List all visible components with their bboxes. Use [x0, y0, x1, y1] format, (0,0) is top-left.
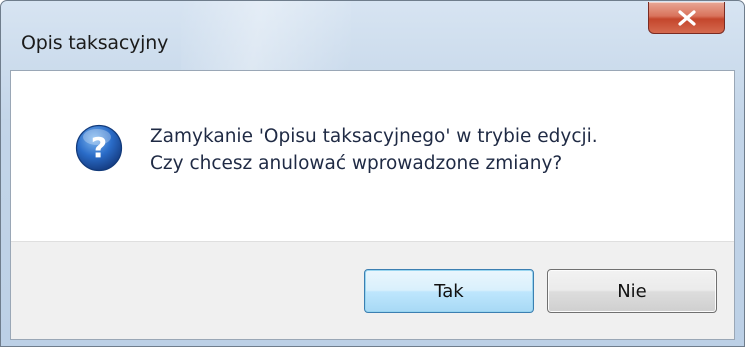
title-bar[interactable]: Opis taksacyjny	[1, 1, 744, 69]
message-line-1: Zamykanie 'Opisu taksacyjnego' w trybie …	[150, 126, 598, 147]
yes-button[interactable]: Tak	[364, 269, 534, 313]
no-button[interactable]: Nie	[547, 269, 717, 313]
dialog-message: Zamykanie 'Opisu taksacyjnego' w trybie …	[150, 123, 598, 177]
dialog-title: Opis taksacyjny	[21, 32, 169, 54]
button-area: Tak Nie	[11, 241, 734, 339]
dialog-window: Opis taksacyjny ? Zamykanie 'Opisu taksa…	[0, 0, 745, 347]
message-area: ? Zamykanie 'Opisu taksacyjnego' w trybi…	[11, 71, 734, 241]
question-icon: ?	[75, 124, 123, 172]
close-icon	[677, 9, 696, 26]
svg-text:?: ?	[91, 131, 107, 164]
dialog-content: ? Zamykanie 'Opisu taksacyjnego' w trybi…	[10, 70, 735, 340]
message-line-2: Czy chcesz anulować wprowadzone zmiany?	[150, 153, 563, 174]
close-button[interactable]	[648, 2, 725, 34]
